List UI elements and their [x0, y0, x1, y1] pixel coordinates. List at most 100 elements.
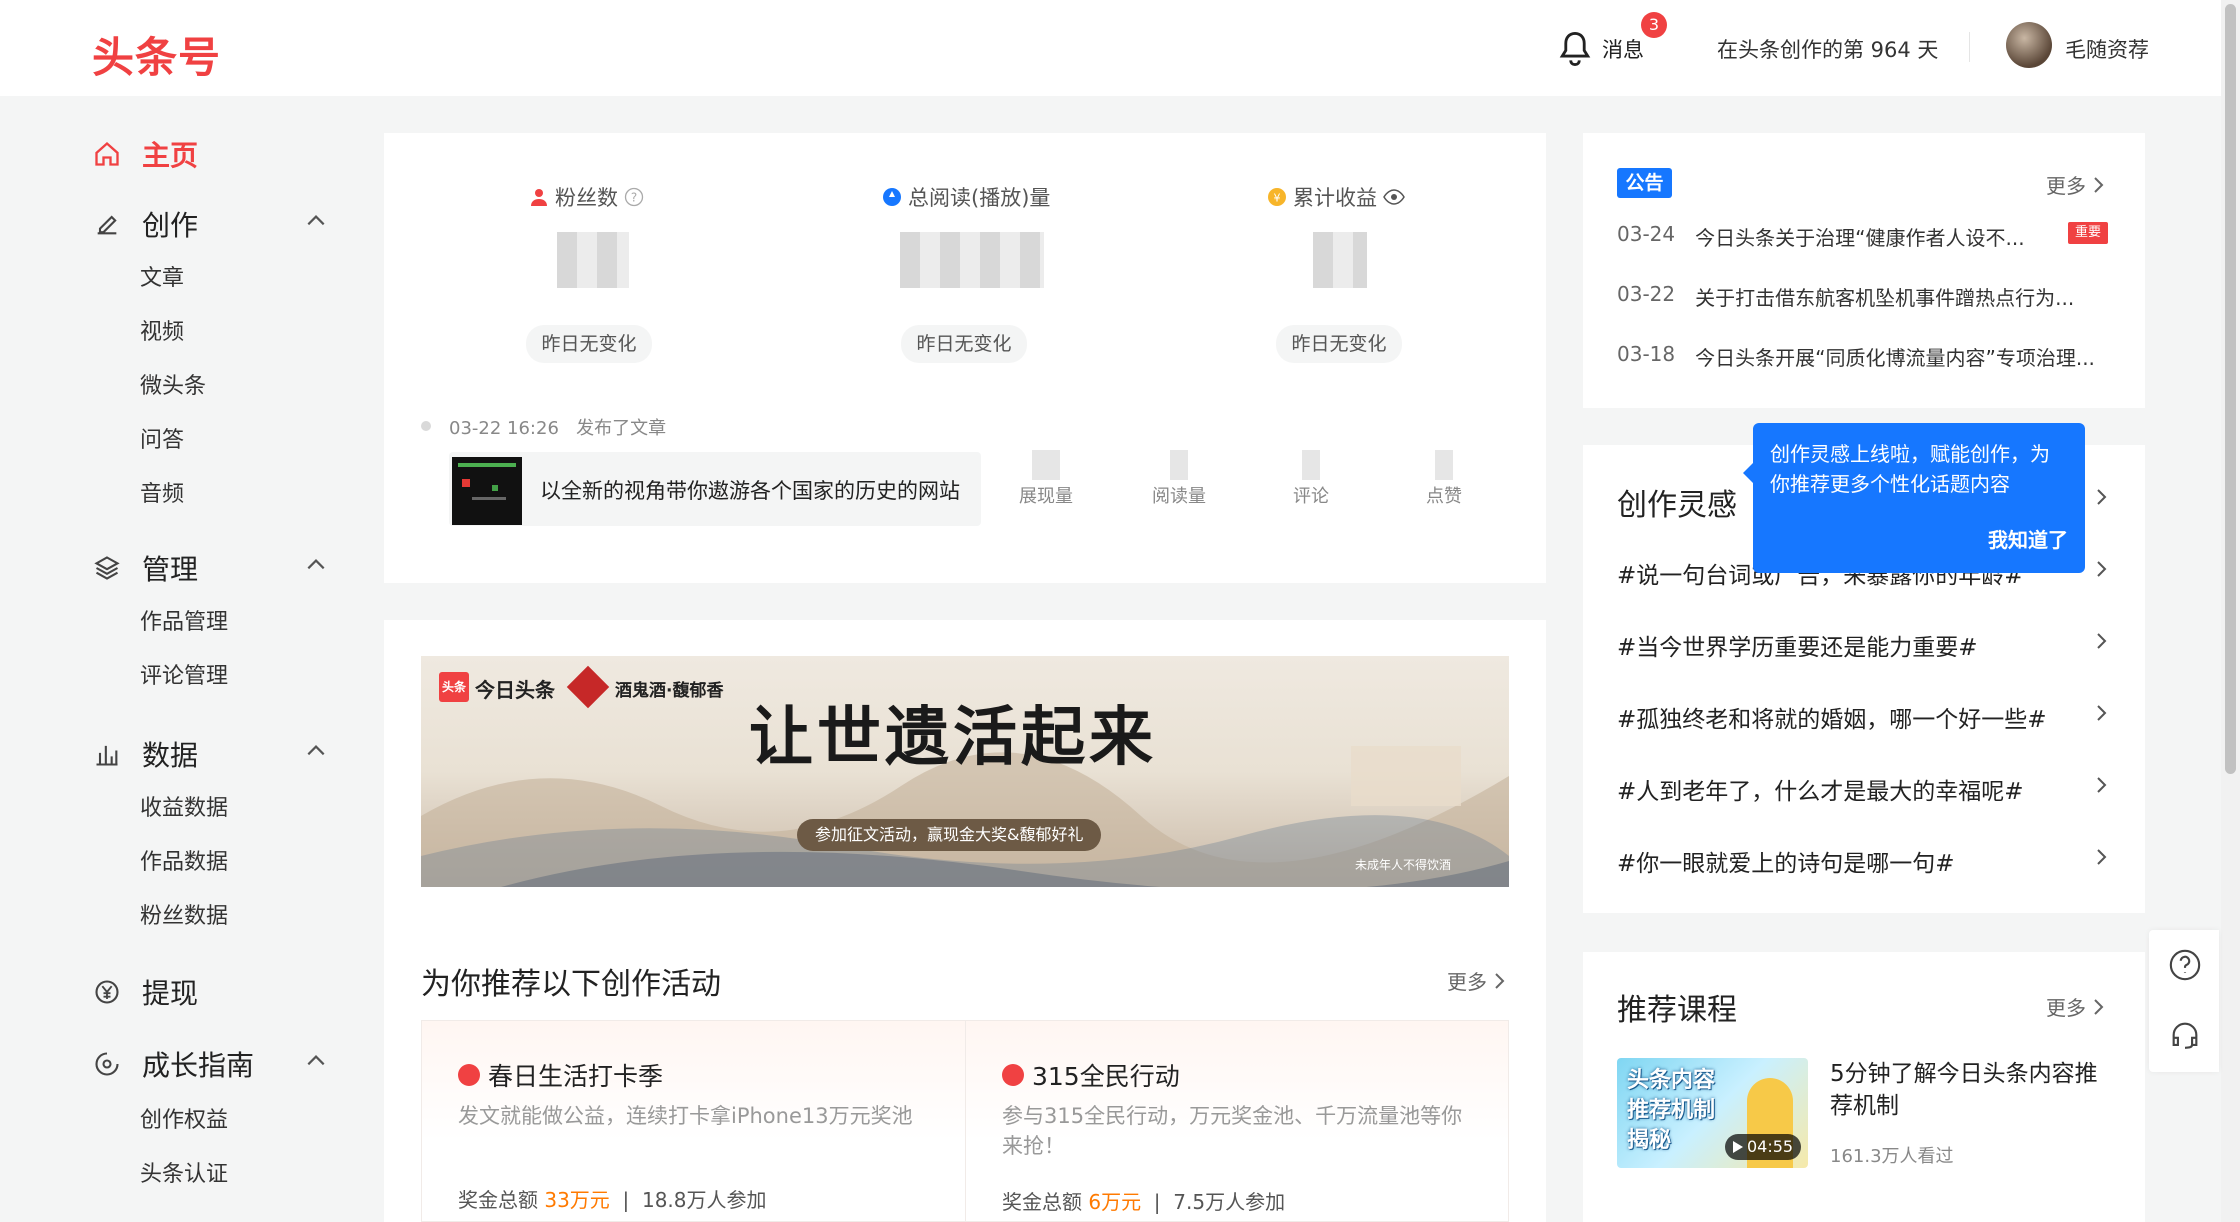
reads-change-pill: 昨日无变化 — [901, 325, 1027, 363]
username[interactable]: 毛随资荐 — [2065, 34, 2149, 64]
chevron-up-icon[interactable] — [305, 740, 327, 762]
courses-more-link[interactable]: 更多 — [2046, 992, 2104, 1021]
important-badge: 重要 — [2068, 222, 2108, 244]
chevron-up-icon[interactable] — [305, 210, 327, 232]
messages-button[interactable]: 消息 — [1558, 30, 1644, 68]
notice-more-link[interactable]: 更多 — [2046, 170, 2104, 199]
layers-icon — [92, 553, 122, 583]
course-title[interactable]: 5分钟了解今日头条内容推荐机制 — [1830, 1058, 2120, 1122]
courses-title: 推荐课程 — [1617, 993, 1737, 1028]
activity-title-text: 春日生活打卡季 — [488, 1062, 664, 1091]
activity-card-315[interactable]: 315全民行动 参与315全民行动，万元奖金池、千万流量池等你来抢！ 奖金总额 … — [965, 1020, 1509, 1222]
sidebar-item-qa[interactable]: 问答 — [140, 422, 184, 454]
compass-icon — [92, 1049, 122, 1079]
headset-icon[interactable] — [2168, 1018, 2202, 1052]
activity-footer: 奖金总额 6万元 | 7.5万人参加 — [1002, 1190, 1286, 1214]
metric-likes: 点赞 — [1394, 450, 1494, 508]
messages-label: 消息 — [1602, 38, 1644, 62]
sidebar-item-income-data[interactable]: 收益数据 — [140, 790, 228, 822]
promo-banner[interactable]: 头条 今日头条 酒鬼酒·馥郁香 让世遗活起来 参加征文活动，赢现金大奖&馥郁好礼… — [421, 656, 1509, 887]
sidebar-item-create[interactable]: 创作 — [92, 204, 198, 244]
avatar[interactable] — [2006, 22, 2052, 68]
chevron-up-icon[interactable] — [305, 1050, 327, 1072]
sidebar-item-home[interactable]: 主页 — [92, 134, 198, 174]
timeline-dot — [421, 421, 431, 431]
notice-date: 03-24 — [1617, 222, 1676, 246]
article-thumbnail — [452, 457, 522, 525]
activity-card-spring[interactable]: 春日生活打卡季 发文就能做公益，连续打卡拿iPhone13万元奖池 奖金总额 3… — [421, 1020, 966, 1222]
topic-item[interactable]: #当今世界学历重要还是能力重要# — [1617, 628, 1978, 662]
activities-more-link[interactable]: 更多 — [1447, 966, 1505, 995]
tooltip-text: 创作灵感上线啦，赋能创作，为你推荐更多个性化话题内容 — [1770, 442, 2050, 496]
toutiao-badge: 头条 — [439, 672, 469, 702]
prize-label: 奖金总额 — [458, 1188, 538, 1212]
notice-row[interactable]: 03-18 今日头条开展“同质化博流量内容”专项治理... — [1617, 342, 2095, 371]
notice-row[interactable]: 03-24 今日头条关于治理“健康作者人设不... — [1617, 222, 2025, 251]
svg-text:?: ? — [631, 191, 637, 205]
notice-text: 今日头条开展“同质化博流量内容”专项治理... — [1695, 346, 2095, 370]
reads-count-blurred — [900, 232, 1044, 288]
recent-time: 03-22 16:26 发布了文章 — [449, 414, 666, 440]
bar-chart-icon — [92, 739, 122, 769]
metric-comments: 评论 — [1261, 450, 1361, 508]
scrollbar-thumb[interactable] — [2225, 4, 2236, 774]
chevron-right-icon[interactable] — [2092, 631, 2112, 651]
sidebar-item-audio[interactable]: 音频 — [140, 476, 184, 508]
sidebar-item-works-manage[interactable]: 作品管理 — [140, 604, 228, 636]
notice-tag: 公告 — [1617, 168, 1672, 198]
sidebar-item-fans-data[interactable]: 粉丝数据 — [140, 898, 228, 930]
help-circle-icon[interactable] — [2168, 948, 2202, 982]
chevron-up-icon[interactable] — [305, 554, 327, 576]
sidebar-item-growth[interactable]: 成长指南 — [92, 1044, 254, 1084]
chevron-right-icon[interactable] — [2092, 703, 2112, 723]
chevron-right-icon[interactable] — [2092, 487, 2112, 507]
topic-item[interactable]: #人到老年了，什么才是最大的幸福呢# — [1617, 772, 2024, 806]
topic-item[interactable]: #你一眼就爱上的诗句是哪一句# — [1617, 844, 1955, 878]
sidebar-item-weitoutiao[interactable]: 微头条 — [140, 368, 206, 400]
activity-title-text: 315全民行动 — [1032, 1062, 1180, 1091]
metric-reads: 阅读量 — [1129, 450, 1229, 508]
chevron-right-icon[interactable] — [2092, 775, 2112, 795]
activities-title: 为你推荐以下创作活动 — [421, 967, 721, 1002]
banner-brand-jiuguijiu: 酒鬼酒·馥郁香 — [615, 681, 724, 701]
tooltip-dismiss-button[interactable]: 我知道了 — [1988, 525, 2068, 555]
banner-cta: 参加征文活动，赢现金大奖&馥郁好礼 — [797, 819, 1102, 851]
notice-date: 03-22 — [1617, 282, 1676, 306]
sidebar-item-article[interactable]: 文章 — [140, 260, 184, 292]
recent-time-value: 03-22 16:26 — [449, 418, 559, 439]
topic-item[interactable]: #孤独终老和将就的婚姻，哪一个好一些# — [1617, 700, 2047, 734]
sidebar-item-manage[interactable]: 管理 — [92, 548, 198, 588]
sidebar-item-works-data[interactable]: 作品数据 — [140, 844, 228, 876]
course-thumbnail[interactable]: 头条内容推荐机制揭秘 04:55 — [1617, 1058, 1808, 1168]
metric-label: 点赞 — [1426, 486, 1462, 507]
chevron-right-icon[interactable] — [2092, 847, 2112, 867]
chevron-right-icon — [1495, 972, 1505, 989]
income-amount-blurred — [1313, 232, 1367, 288]
eye-icon[interactable] — [1383, 189, 1405, 205]
header-divider — [1969, 32, 1970, 62]
sidebar-item-toutiao-verify[interactable]: 头条认证 — [140, 1156, 228, 1188]
notice-row[interactable]: 03-22 关于打击借东航客机坠机事件蹭热点行为... — [1617, 282, 2074, 311]
activity-desc: 参与315全民行动，万元奖金池、千万流量池等你来抢！ — [1002, 1104, 1463, 1158]
income-stat-label: ¥ 累计收益 — [1267, 182, 1405, 212]
sidebar-item-comments-manage[interactable]: 评论管理 — [140, 658, 228, 690]
notice-text: 关于打击借东航客机坠机事件蹭热点行为... — [1695, 286, 2075, 310]
participants: 7.5万人参加 — [1173, 1190, 1286, 1214]
sidebar-item-creator-rights[interactable]: 创作权益 — [140, 1102, 228, 1134]
sidebar-item-data[interactable]: 数据 — [92, 734, 198, 774]
sidebar-item-video[interactable]: 视频 — [140, 314, 184, 346]
recent-article-title[interactable]: 以全新的视角带你遨游各个国家的历史的网站 — [540, 475, 960, 505]
banner-headline: 让世遗活起来 — [749, 700, 1157, 775]
sidebar-item-label: 主页 — [142, 139, 199, 172]
metric-label: 展现量 — [1019, 486, 1073, 507]
sidebar-item-withdraw[interactable]: 提现 — [92, 972, 198, 1012]
app-logo[interactable]: 头条号 — [92, 24, 221, 85]
creation-days-text: 在头条创作的第 964 天 — [1717, 38, 1939, 62]
messages-count-badge: 3 — [1641, 12, 1667, 38]
course-thumb-text: 头条内容推荐机制揭秘 — [1627, 1068, 1716, 1153]
top-bar: 头条号 消息 3 在头条创作的第 964 天 毛随资荐 — [0, 0, 2221, 96]
chevron-right-icon[interactable] — [2092, 559, 2112, 579]
fire-icon — [458, 1064, 480, 1086]
metric-impressions: 展现量 — [996, 450, 1096, 508]
help-icon[interactable]: ? — [624, 187, 644, 207]
